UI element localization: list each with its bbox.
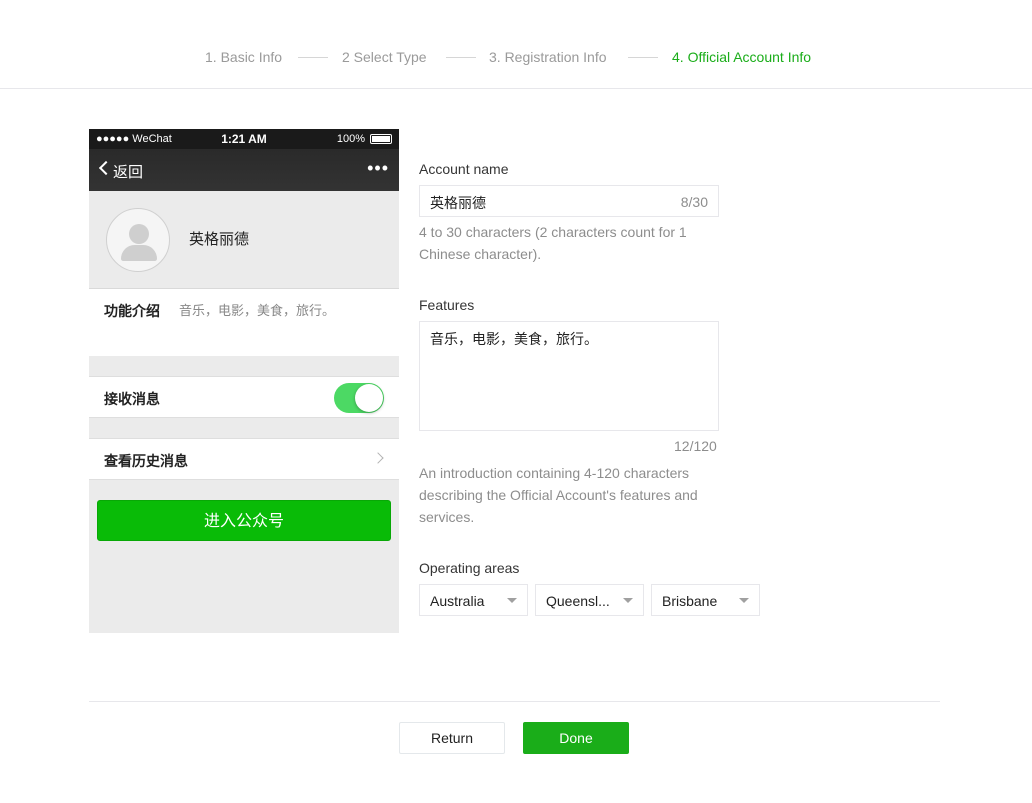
profile-header: 英格丽德	[89, 191, 399, 289]
country-value: Australia	[430, 593, 485, 609]
history-messages-label: 查看历史消息	[104, 453, 188, 469]
battery-icon	[370, 134, 392, 144]
caret-down-icon	[739, 598, 749, 603]
intro-value: 音乐，电影，美食，旅行。	[179, 303, 336, 318]
step-official-account-info: 4. Official Account Info	[672, 49, 812, 65]
account-name-label: Account name	[419, 161, 509, 177]
state-value: Queensl...	[546, 593, 610, 609]
account-preview-phone: ●●●●● WeChat 1:21 AM 100% 返回 ••• 英格丽德 功能…	[89, 129, 399, 633]
done-button[interactable]: Done	[523, 722, 629, 754]
back-label: 返回	[113, 164, 144, 181]
return-button[interactable]: Return	[399, 722, 505, 754]
step-divider	[446, 57, 476, 58]
step-registration-info: 3. Registration Info	[489, 49, 607, 65]
avatar	[106, 208, 170, 272]
caret-down-icon	[507, 598, 517, 603]
caret-down-icon	[623, 598, 633, 603]
features-label: Features	[419, 297, 475, 313]
avatar-body-shape	[121, 245, 157, 261]
step-divider	[298, 57, 328, 58]
intro-label: 功能介绍	[104, 303, 160, 319]
profile-name: 英格丽德	[189, 231, 250, 248]
features-counter: 12/120	[674, 438, 717, 454]
registration-stepper: 1. Basic Info 2 Select Type 3. Registrat…	[0, 0, 1032, 89]
city-select[interactable]: Brisbane	[651, 584, 760, 616]
city-value: Brisbane	[662, 593, 718, 609]
account-name-counter: 8/30	[680, 194, 708, 210]
enter-account-button: 进入公众号	[97, 500, 391, 541]
footer-divider	[89, 701, 940, 702]
receive-messages-row: 接收消息	[89, 376, 399, 418]
step-basic-info: 1. Basic Info	[205, 49, 283, 65]
avatar-head-shape	[129, 224, 149, 244]
phone-nav-bar: 返回 •••	[89, 149, 399, 191]
account-name-input[interactable]: 英格丽德 8/30	[419, 185, 719, 217]
features-hint: An introduction containing 4-120 charact…	[419, 465, 698, 525]
country-select[interactable]: Australia	[419, 584, 528, 616]
receive-messages-toggle	[334, 383, 384, 413]
operating-areas-label: Operating areas	[419, 560, 520, 576]
history-messages-row: 查看历史消息	[89, 438, 399, 480]
step-divider	[628, 57, 658, 58]
toggle-knob	[355, 384, 383, 412]
step-select-type: 2 Select Type	[342, 49, 427, 65]
phone-status-bar: ●●●●● WeChat 1:21 AM 100%	[89, 129, 399, 149]
account-name-hint: 4 to 30 characters (2 characters count f…	[419, 224, 687, 262]
more-icon: •••	[367, 158, 389, 178]
features-value: 音乐，电影，美食，旅行。	[430, 331, 598, 347]
back-chevron-icon	[98, 160, 114, 176]
features-textarea[interactable]: 音乐，电影，美食，旅行。	[419, 321, 719, 431]
state-select[interactable]: Queensl...	[535, 584, 644, 616]
account-name-value: 英格丽德	[430, 195, 486, 211]
receive-messages-label: 接收消息	[104, 391, 160, 407]
chevron-right-icon	[372, 452, 384, 464]
battery-percent: 100%	[336, 133, 365, 145]
intro-section: 功能介绍 音乐，电影，美食，旅行。	[89, 289, 399, 356]
